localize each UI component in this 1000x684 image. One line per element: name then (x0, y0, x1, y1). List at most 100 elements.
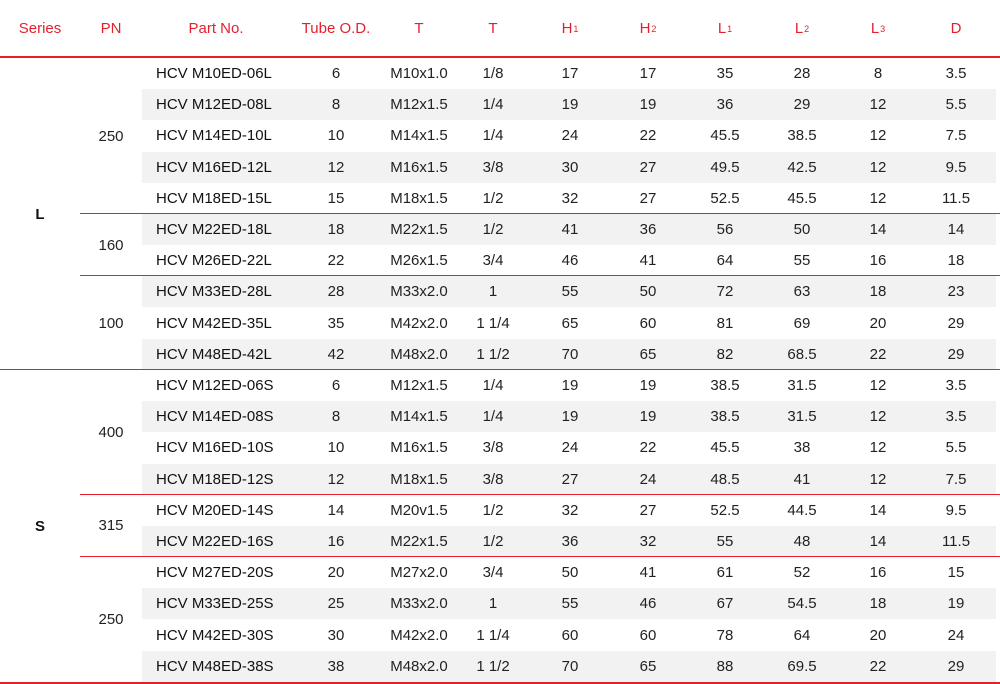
header-series: Series (0, 0, 80, 57)
table-cell: 72 (716, 283, 734, 301)
table-cell: 38.5 (710, 377, 740, 394)
table-cell: 67 (716, 595, 734, 613)
part-number-cell: HCV M16ED-12L (156, 158, 272, 176)
table-cell: 12 (869, 158, 887, 176)
table-cell: 16 (869, 564, 887, 582)
part-number-cell: HCV M26ED-22L (156, 252, 272, 270)
part-number-cell: HCV M22ED-16S (156, 533, 274, 550)
part-number-cell: HCV M14ED-10L (156, 127, 272, 145)
table-cell: 44.5 (787, 501, 817, 519)
table-cell: 19 (561, 408, 579, 426)
table-cell: 1/8 (482, 65, 504, 82)
table-cell: 29 (947, 314, 965, 332)
table-cell: 27 (639, 501, 657, 519)
table-cell: M42x2.0 (390, 626, 448, 644)
header-pn-label: PN (100, 20, 122, 37)
table-cell: 17 (639, 65, 657, 82)
part-number-cell: HCV M22ED-18L (156, 221, 272, 238)
table-cell: 88 (716, 657, 734, 675)
header-l3: L3 (840, 0, 916, 57)
pn-group-label: 250 (98, 127, 124, 145)
table-cell: 56 (716, 221, 734, 238)
part-number-cell: HCV M14ED-08S (156, 408, 274, 426)
part-number-cell: HCV M42ED-30S (156, 626, 274, 644)
table-cell: 50 (561, 564, 579, 582)
header-t1: T (382, 0, 456, 57)
table-cell: 14 (327, 501, 345, 519)
table-cell: 55 (561, 595, 579, 613)
table-cell: 6 (331, 377, 341, 394)
table-cell: 41 (793, 470, 811, 488)
table-cell: 17 (561, 65, 579, 82)
pn-group-label: 160 (98, 236, 124, 254)
table-cell: 14 (869, 533, 887, 550)
table-cell: 52.5 (710, 501, 740, 519)
part-number-cell: HCV M48ED-38S (156, 657, 274, 675)
table-cell: 29 (793, 96, 811, 114)
table-cell: 8 (331, 96, 341, 114)
table-cell: 30 (327, 626, 345, 644)
table-cell: 45.5 (787, 189, 817, 207)
pn-group-divider (80, 213, 1000, 214)
header-t2-label: T (488, 20, 498, 37)
table-cell: 14 (947, 221, 965, 238)
header-l3-label: L (870, 20, 880, 37)
table-cell: 52.5 (710, 189, 740, 207)
table-cell: 19 (947, 595, 965, 613)
series-group-label: L (35, 205, 45, 223)
table-cell: 23 (947, 283, 965, 301)
table-cell: 1 (488, 283, 498, 301)
header-t2: T (456, 0, 530, 57)
table-cell: 1/4 (482, 408, 504, 426)
table-cell: 3/8 (482, 158, 504, 176)
table-cell: 31.5 (787, 377, 817, 394)
header-h1: H1 (530, 0, 610, 57)
table-cell: 36 (639, 221, 657, 238)
table-cell: 55 (793, 252, 811, 270)
table-cell: 7.5 (945, 127, 967, 145)
table-cell: 63 (793, 283, 811, 301)
table-cell: 20 (869, 314, 887, 332)
table-cell: 10 (327, 127, 345, 145)
part-number-cell: HCV M20ED-14S (156, 501, 274, 519)
table-cell: 1 1/2 (476, 345, 510, 363)
header-h2-sub: 2 (651, 23, 657, 34)
table-cell: 29 (947, 657, 965, 675)
table-cell: 3/4 (482, 564, 504, 582)
pn-group-label: 100 (98, 314, 124, 332)
table-cell: 18 (869, 595, 887, 613)
table-cell: 52 (793, 564, 811, 582)
table-cell: 65 (639, 657, 657, 675)
table-cell: 38.5 (787, 127, 817, 145)
table-cell: 15 (327, 189, 345, 207)
table-cell: 15 (947, 564, 965, 582)
header-bottom-rule (0, 56, 1000, 58)
spec-table: Series PN Part No. Tube O.D. T T H1 H2 L… (0, 0, 1000, 684)
table-cell: 1 (488, 595, 498, 613)
table-cell: 68.5 (787, 345, 817, 363)
pn-group-label: 315 (98, 517, 124, 535)
table-cell: 1/4 (482, 377, 504, 394)
header-h2: H2 (610, 0, 686, 57)
table-cell: 28 (793, 65, 811, 82)
table-cell: 82 (716, 345, 734, 363)
part-number-cell: HCV M12ED-08L (156, 96, 272, 114)
table-cell: M12x1.5 (390, 96, 448, 114)
table-cell: M16x1.5 (390, 439, 448, 457)
table-cell: 29 (947, 345, 965, 363)
table-cell: 35 (716, 65, 734, 82)
header-l2: L2 (764, 0, 840, 57)
table-cell: 42 (327, 345, 345, 363)
table-cell: 14 (869, 221, 887, 238)
table-cell: 12 (327, 470, 345, 488)
table-cell: 14 (869, 501, 887, 519)
table-cell: M22x1.5 (390, 533, 448, 550)
table-cell: 41 (561, 221, 579, 238)
table-cell: 49.5 (710, 158, 740, 176)
table-cell: M14x1.5 (390, 408, 448, 426)
table-cell: 16 (327, 533, 345, 550)
pn-group-label: 250 (98, 611, 124, 629)
table-cell: 69 (793, 314, 811, 332)
table-cell: 27 (561, 470, 579, 488)
table-cell: 19 (639, 408, 657, 426)
